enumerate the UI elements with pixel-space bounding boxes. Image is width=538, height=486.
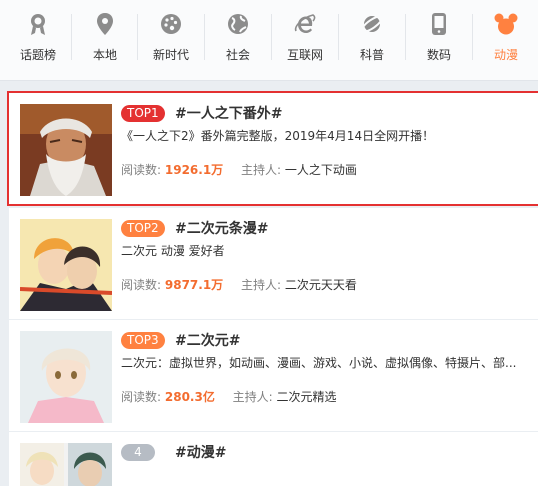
nav-label: 新时代	[152, 48, 189, 62]
category-nav: 话题榜 本地 新时代 社会 互联网 科普 数码 动漫	[0, 0, 538, 81]
topic-card-4[interactable]: 4 #动漫#	[9, 432, 538, 486]
nav-item-topic-rank[interactable]: 话题榜	[5, 0, 71, 80]
read-count: 9877.1万	[164, 278, 224, 292]
anime-pair-portrait	[20, 443, 112, 486]
anime-duo-portrait	[20, 219, 112, 311]
rank-badge: TOP2	[121, 220, 165, 237]
host-name[interactable]: 一人之下动画	[285, 163, 357, 177]
nav-item-anime[interactable]: 动漫	[473, 0, 538, 80]
medal-icon	[31, 14, 45, 35]
location-pin-icon	[97, 13, 113, 35]
topic-title[interactable]: #二次元#	[175, 330, 240, 350]
palette-icon	[161, 14, 181, 34]
read-count-label: 阅读数:	[121, 390, 162, 404]
topic-meta: 阅读数: 1926.1万 主持人: 一人之下动画	[121, 161, 357, 178]
topic-title[interactable]: #二次元条漫#	[175, 218, 268, 238]
topic-thumbnail[interactable]	[20, 104, 112, 196]
topic-meta: 阅读数: 280.3亿 主持人: 二次元精选	[121, 388, 337, 405]
read-count-label: 阅读数:	[121, 163, 162, 177]
topic-card-3[interactable]: TOP3 #二次元# 二次元：虚拟世界，如动画、漫画、游戏、小说、虚拟偶像、特摄…	[9, 320, 538, 431]
nav-item-local[interactable]: 本地	[72, 0, 138, 80]
nav-item-new-era[interactable]: 新时代	[138, 0, 204, 80]
old-master-portrait	[20, 104, 112, 196]
read-count-label: 阅读数:	[121, 278, 162, 292]
host-label: 主持人:	[232, 390, 273, 404]
host-label: 主持人:	[241, 163, 282, 177]
topic-card-2[interactable]: TOP2 #二次元条漫# 二次元 动漫 爱好者 阅读数: 9877.1万 主持人…	[9, 208, 538, 319]
topic-description: 二次元 动漫 爱好者	[121, 244, 225, 258]
nav-item-internet[interactable]: 互联网	[272, 0, 338, 80]
nav-item-science[interactable]: 科普	[339, 0, 405, 80]
nav-label: 话题榜	[19, 48, 56, 62]
nav-label: 动漫	[493, 48, 518, 62]
nav-item-society[interactable]: 社会	[205, 0, 271, 80]
rank-badge: TOP1	[121, 105, 165, 122]
rank-badge: 4	[121, 444, 155, 461]
topic-title[interactable]: #动漫#	[175, 442, 226, 462]
nav-label: 数码	[426, 48, 451, 62]
planet-icon	[360, 15, 384, 33]
read-count: 1926.1万	[164, 163, 224, 177]
topic-description: 《一人之下2》番外篇完整版，2019年4月14日全网开播！	[121, 129, 435, 143]
topic-thumbnail[interactable]	[20, 331, 112, 423]
host-name[interactable]: 二次元天天看	[285, 278, 357, 292]
host-label: 主持人:	[241, 278, 282, 292]
nav-label: 社会	[225, 48, 250, 62]
topic-thumbnail[interactable]	[20, 219, 112, 311]
ie-browser-icon	[294, 14, 316, 33]
nav-label: 互联网	[286, 48, 323, 62]
anime-boy-portrait	[20, 331, 112, 423]
topic-title[interactable]: #一人之下番外#	[175, 103, 282, 123]
read-count: 280.3亿	[164, 390, 215, 404]
host-name[interactable]: 二次元精选	[277, 390, 337, 404]
nav-label: 本地	[92, 48, 117, 62]
nav-item-digital[interactable]: 数码	[406, 0, 472, 80]
nav-label: 科普	[359, 48, 384, 62]
topic-card-1[interactable]: TOP1 #一人之下番外# 《一人之下2》番外篇完整版，2019年4月14日全网…	[7, 91, 538, 206]
topic-description: 二次元：虚拟世界，如动画、漫画、游戏、小说、虚拟偶像、特摄片、部...	[121, 356, 517, 370]
globe-icon	[228, 14, 248, 34]
rank-badge: TOP3	[121, 332, 165, 349]
topic-meta: 阅读数: 9877.1万 主持人: 二次元天天看	[121, 276, 357, 293]
topic-thumbnail[interactable]	[20, 443, 112, 486]
phone-icon	[432, 13, 446, 35]
mickey-icon	[494, 13, 518, 35]
